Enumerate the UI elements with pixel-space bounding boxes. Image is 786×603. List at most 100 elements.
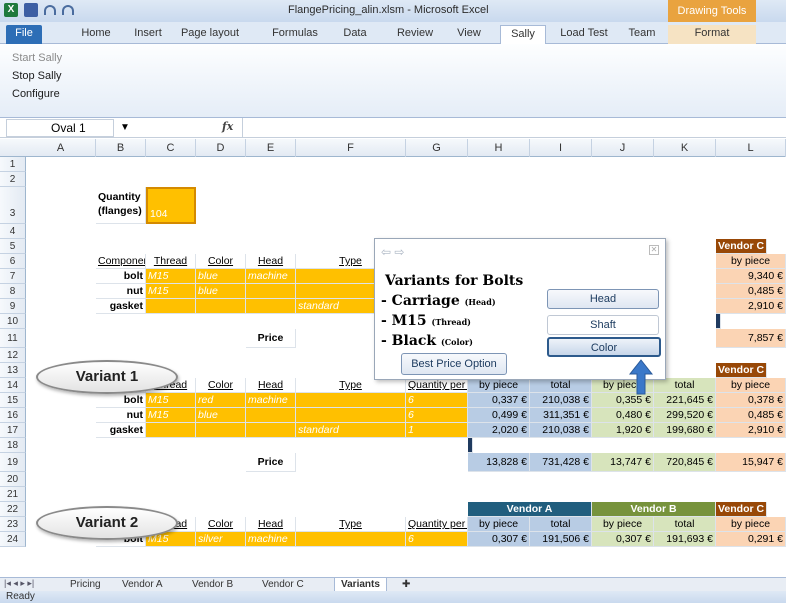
best-price-option-button[interactable]: Best Price Option [401,353,507,375]
row-header-11[interactable]: 11 [0,329,26,348]
component-name[interactable]: bolt [96,393,146,408]
price-total[interactable]: 15,947 € [716,453,786,472]
column-header-i[interactable]: I [530,139,592,157]
price-cell[interactable]: 311,351 € [530,408,592,423]
price-cell[interactable]: 0,307 € [468,532,530,547]
color-value[interactable] [196,423,246,438]
tab-file[interactable]: File [6,25,42,44]
price-total[interactable]: 13,747 € [592,453,654,472]
price-cell[interactable]: 2,910 € [716,299,786,314]
header-color[interactable]: Color [196,378,246,393]
price-cell[interactable]: 191,693 € [654,532,716,547]
tab-data[interactable]: Data [338,25,372,44]
header-head[interactable]: Head [246,378,296,393]
stop-sally-button[interactable]: Stop Sally [12,70,62,82]
row-header-9[interactable]: 9 [0,299,26,314]
row-header-7[interactable]: 7 [0,269,26,284]
price-cell[interactable]: 299,520 € [654,408,716,423]
color-button[interactable]: Color [547,337,661,357]
row-header-14[interactable]: 14 [0,378,26,393]
price-total[interactable]: 13,828 € [468,453,530,472]
sheet-tab-variants[interactable]: Variants [334,578,387,592]
quantity-value[interactable]: 6 [406,532,468,547]
column-header-g[interactable]: G [406,139,468,157]
header-type[interactable]: Type [296,517,406,532]
component-name[interactable]: nut [96,284,146,299]
by-piece-header[interactable]: by piece [716,378,786,393]
undo-icon[interactable] [44,5,56,15]
header-quantity-per-flange[interactable]: Quantity per flange [406,378,468,393]
function-icon[interactable]: fx [222,120,233,133]
component-name[interactable]: gasket [96,423,146,438]
price-cell[interactable]: 210,038 € [530,393,592,408]
row-header-8[interactable]: 8 [0,284,26,299]
sheet-tab-pricing[interactable]: Pricing [64,578,107,592]
excel-icon[interactable]: X [4,3,18,17]
header-color[interactable]: Color [196,254,246,269]
by-piece-header[interactable]: by piece [468,517,530,532]
head-value[interactable]: machine [246,532,296,547]
type-value[interactable] [296,393,406,408]
row-header-21[interactable]: 21 [0,487,26,502]
thread-value[interactable]: M15 [146,393,196,408]
row-header-20[interactable]: 20 [0,472,26,487]
price-cell[interactable]: 9,340 € [716,269,786,284]
variant-1-oval[interactable]: Variant 1 [36,360,178,394]
new-sheet-icon[interactable]: ✚ [396,578,416,592]
column-header-a[interactable]: A [26,139,96,157]
column-header-f[interactable]: F [296,139,406,157]
by-piece-header[interactable]: by piece [468,378,530,393]
price-cell[interactable]: 0,485 € [716,408,786,423]
tab-page-layout[interactable]: Page layout [178,25,242,44]
component-name[interactable]: gasket [96,299,146,314]
sheet-tab-vendor-c[interactable]: Vendor C [256,578,310,592]
row-header-18[interactable]: 18 [0,438,26,453]
column-header-l[interactable]: L [716,139,786,157]
row-header-12[interactable]: 12 [0,348,26,363]
vendor-c-header[interactable]: Vendor C [716,502,768,517]
back-forward-icon[interactable]: ⇦ ⇨ [381,245,404,259]
row-header-2[interactable]: 2 [0,172,26,187]
vendor-a-header[interactable]: Vendor A [468,502,592,517]
thread-value[interactable]: M15 [146,284,196,299]
header-type[interactable]: Type [296,378,406,393]
save-icon[interactable] [24,3,38,17]
row-header-6[interactable]: 6 [0,254,26,269]
price-label[interactable]: Price [246,453,296,472]
price-cell[interactable]: 199,680 € [654,423,716,438]
tab-insert[interactable]: Insert [128,25,168,44]
price-cell[interactable]: 2,020 € [468,423,530,438]
quantity-value[interactable]: 104 [146,187,196,224]
by-piece-header[interactable]: by piece [716,254,786,269]
variant-2-oval[interactable]: Variant 2 [36,506,178,540]
head-value[interactable]: machine [246,269,296,284]
price-label[interactable]: Price [246,329,296,348]
price-total[interactable]: 720,845 € [654,453,716,472]
head-value[interactable] [246,408,296,423]
color-value[interactable]: blue [196,269,246,284]
row-header-23[interactable]: 23 [0,517,26,532]
quantity-label[interactable]: Quantity (flanges) [96,187,146,224]
color-value[interactable] [196,299,246,314]
head-value[interactable] [246,299,296,314]
row-header-15[interactable]: 15 [0,393,26,408]
header-head[interactable]: Head [246,254,296,269]
by-piece-header[interactable]: by piece [716,517,786,532]
color-value[interactable]: blue [196,284,246,299]
name-box[interactable]: Oval 1 [6,119,114,137]
price-cell[interactable]: 0,480 € [592,408,654,423]
price-cell[interactable]: 0,337 € [468,393,530,408]
price-cell[interactable]: 210,038 € [530,423,592,438]
price-cell[interactable]: 1,920 € [592,423,654,438]
row-header-19[interactable]: 19 [0,453,26,472]
column-header-c[interactable]: C [146,139,196,157]
shaft-button[interactable]: Shaft [547,315,659,335]
by-piece-header[interactable]: by piece [592,517,654,532]
type-value[interactable] [296,532,406,547]
redo-icon[interactable] [62,5,74,15]
row-header-16[interactable]: 16 [0,408,26,423]
close-icon[interactable]: ✕ [649,245,659,255]
header-component[interactable]: Component [96,254,146,269]
column-header-d[interactable]: D [196,139,246,157]
row-header-1[interactable]: 1 [0,157,26,172]
